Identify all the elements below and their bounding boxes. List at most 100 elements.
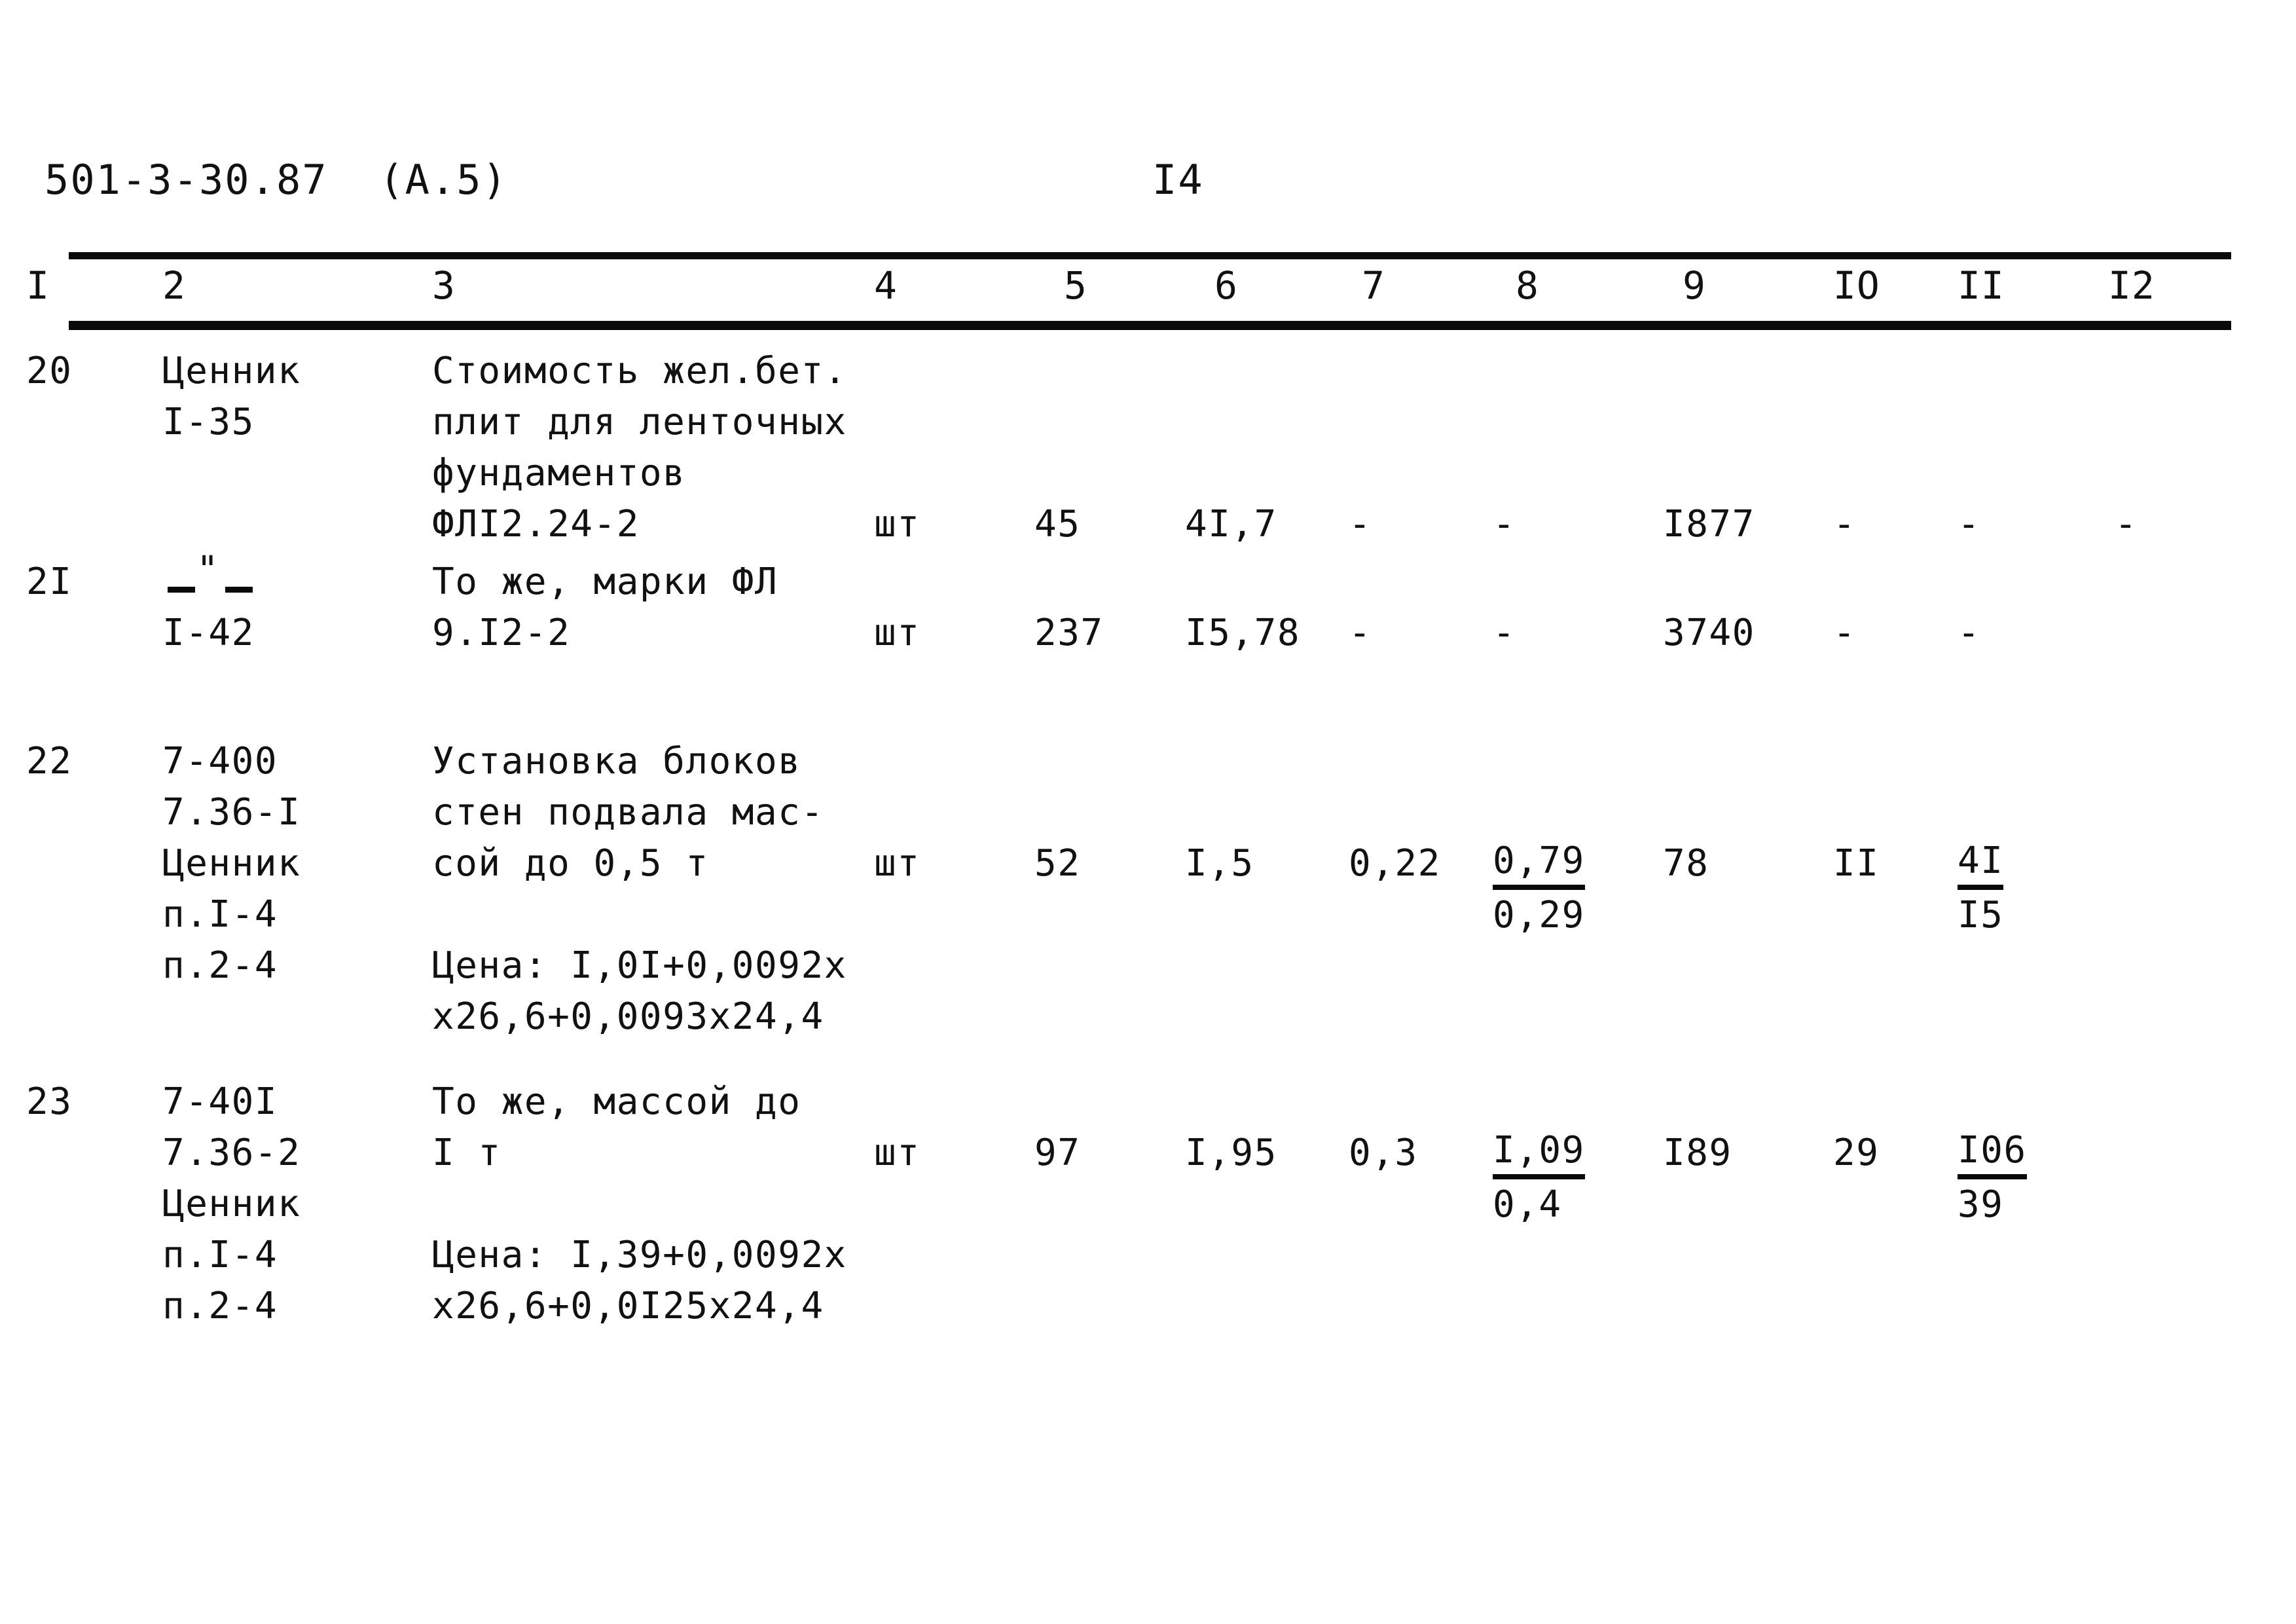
fraction-numerator: 4I (1958, 838, 2004, 890)
row-description-line: Стоимость жел.бет. (432, 350, 847, 392)
table-row: 23 7-40I 7.36-2 Ценник п.I-4 п.2-4 То же… (0, 1063, 2296, 1404)
fraction-value: 0,79 0,29 (1493, 838, 1585, 941)
row-code-line: 7-40I (162, 1080, 278, 1123)
row-number: 23 (26, 1080, 73, 1123)
row-description-line: Цена: I,39+0,0092х (432, 1234, 847, 1276)
row-col-11: I06 39 (1958, 1128, 2095, 1230)
row-col-8: 0,79 0,29 (1493, 838, 1643, 941)
document-code-suffix: (A.5) (379, 156, 508, 204)
column-header-7: 7 (1362, 263, 1385, 308)
row-code-line: п.2-4 (162, 944, 278, 987)
row-code-line: I-42 (162, 612, 255, 654)
document-header: 501-3-30.87 (A.5) I4 (0, 156, 2296, 215)
table-header-rule (69, 321, 2231, 330)
row-code-line: I-35 (162, 401, 255, 443)
ditto-mark: " (162, 549, 261, 608)
row-description-line: То же, массой до (432, 1080, 801, 1123)
row-description-line: 9.I2-2 (432, 612, 571, 654)
ditto-dash-left (168, 587, 195, 593)
fraction-value: I,09 0,4 (1493, 1128, 1585, 1230)
row-col-5: 97 (1034, 1132, 1081, 1174)
row-col-5: 237 (1034, 612, 1104, 654)
column-header-5: 5 (1064, 263, 1087, 308)
row-description-line: стен подвала мас- (432, 791, 824, 834)
table-top-rule (69, 252, 2231, 259)
fraction-value: I06 39 (1958, 1128, 2027, 1230)
row-col-8: - (1493, 503, 1516, 545)
column-header-12: I2 (2108, 263, 2155, 308)
row-unit: шт (874, 1132, 920, 1174)
ditto-quote: " (196, 549, 220, 591)
fraction-denominator: 0,4 (1493, 1183, 1562, 1226)
row-col-11: - (1958, 612, 1981, 654)
row-col-11: 4I I5 (1958, 838, 2095, 941)
fraction-value: 4I I5 (1958, 838, 2004, 941)
row-code-line: Ценник (162, 350, 301, 392)
column-header-11: II (1958, 263, 2005, 308)
row-col-9: 3740 (1663, 612, 1755, 654)
row-code-line: 7.36-I (162, 791, 301, 834)
row-description-line: сой до 0,5 т (432, 842, 709, 885)
table-row: 2I " I-42 То же, марки ФЛ 9.I2-2 шт 237 … (0, 546, 2296, 723)
table-column-headers: I 2 3 4 5 6 7 8 9 IO II I2 (0, 263, 2296, 320)
row-description-line: х26,6+0,0093х24,4 (432, 995, 824, 1038)
row-number: 22 (26, 740, 73, 783)
row-col-6: I,5 (1185, 842, 1254, 885)
row-col-10: II (1833, 842, 1880, 885)
row-col-6: 4I,7 (1185, 503, 1277, 545)
row-col-10: - (1833, 503, 1857, 545)
column-header-2: 2 (162, 263, 186, 308)
table-row: 22 7-400 7.36-I Ценник п.I-4 п.2-4 Устан… (0, 723, 2296, 1063)
row-description-line: х26,6+0,0I25х24,4 (432, 1285, 824, 1327)
table-body: 20 Ценник I-35 Стоимость жел.бет. плит д… (0, 330, 2296, 1404)
row-unit: шт (874, 842, 920, 885)
row-col-8: - (1493, 612, 1516, 654)
row-code-line: 7-400 (162, 740, 278, 783)
row-unit: шт (874, 503, 920, 545)
column-header-4: 4 (874, 263, 898, 308)
row-col-7: 0,3 (1349, 1132, 1418, 1174)
fraction-denominator: I5 (1958, 894, 2004, 936)
row-col-5: 52 (1034, 842, 1081, 885)
row-description-line: ФЛI2.24-2 (432, 503, 640, 545)
column-header-8: 8 (1516, 263, 1539, 308)
fraction-denominator: 0,29 (1493, 894, 1585, 936)
row-code-line: п.I-4 (162, 893, 278, 936)
document-code: 501-3-30.87 (A.5) (45, 156, 508, 204)
row-code-line: Ценник (162, 842, 301, 885)
document-code-number: 501-3-30.87 (45, 156, 328, 204)
row-number: 2I (26, 561, 73, 603)
fraction-numerator: I06 (1958, 1128, 2027, 1179)
row-col-7: - (1349, 612, 1372, 654)
row-col-8: I,09 0,4 (1493, 1128, 1643, 1230)
row-col-9: 78 (1663, 842, 1709, 885)
row-unit: шт (874, 612, 920, 654)
row-code-line: 7.36-2 (162, 1132, 301, 1174)
row-col-9: I877 (1663, 503, 1755, 545)
row-code-line: п.I-4 (162, 1234, 278, 1276)
row-col-7: 0,22 (1349, 842, 1441, 885)
fraction-denominator: 39 (1958, 1183, 2004, 1226)
table-row: 20 Ценник I-35 Стоимость жел.бет. плит д… (0, 330, 2296, 546)
row-description-line: Установка блоков (432, 740, 801, 783)
row-col-12: - (2115, 503, 2138, 545)
row-col-6: I,95 (1185, 1132, 1277, 1174)
row-code-line: Ценник (162, 1183, 301, 1225)
column-header-1: I (26, 263, 50, 308)
row-col-10: - (1833, 612, 1857, 654)
row-number: 20 (26, 350, 73, 392)
row-col-9: I89 (1663, 1132, 1732, 1174)
row-col-6: I5,78 (1185, 612, 1301, 654)
column-header-10: IO (1833, 263, 1880, 308)
row-description-line: То же, марки ФЛ (432, 561, 778, 603)
row-code-line: п.2-4 (162, 1285, 278, 1327)
column-header-9: 9 (1683, 263, 1706, 308)
fraction-numerator: 0,79 (1493, 838, 1585, 890)
page-number: I4 (1152, 156, 1204, 204)
row-col-10: 29 (1833, 1132, 1880, 1174)
ditto-dash-right (225, 587, 253, 593)
row-description-line: Цена: I,0I+0,0092х (432, 944, 847, 987)
row-col-11: - (1958, 503, 1981, 545)
column-header-3: 3 (432, 263, 456, 308)
row-description-line: I т (432, 1132, 501, 1174)
